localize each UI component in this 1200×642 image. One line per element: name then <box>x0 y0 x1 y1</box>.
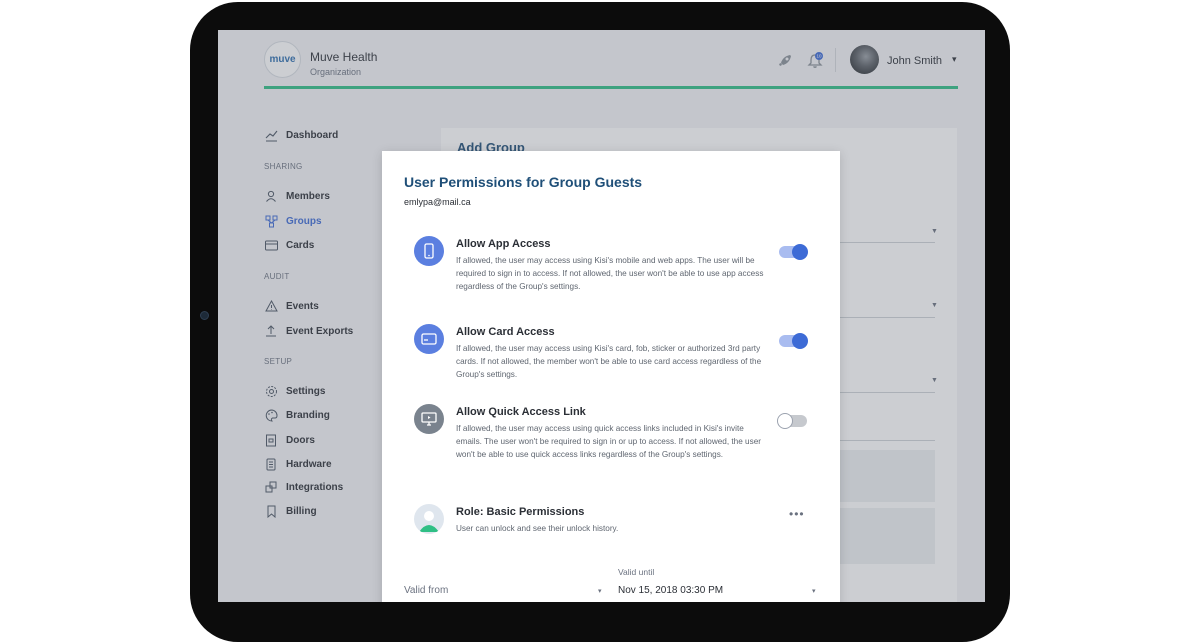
camera-dot <box>200 311 209 320</box>
card-icon <box>414 324 444 354</box>
monitor-icon <box>414 404 444 434</box>
permission-quick-access-link: Allow Quick Access Link If allowed, the … <box>414 404 814 484</box>
permission-description: If allowed, the user may access using Ki… <box>456 344 762 379</box>
valid-until-label: Valid until <box>618 567 655 577</box>
more-options-icon[interactable]: ••• <box>789 507 805 521</box>
permission-card-access: Allow Card Access If allowed, the user m… <box>414 324 814 394</box>
toggle-knob <box>792 244 808 260</box>
chevron-down-icon[interactable]: ▾ <box>812 587 816 595</box>
permission-title: Allow App Access <box>456 238 551 250</box>
toggle-knob <box>777 413 793 429</box>
quick-access-link-toggle[interactable] <box>777 413 807 429</box>
valid-until-field[interactable]: Nov 15, 2018 03:30 PM <box>618 585 723 596</box>
app-screen: muve Muve Health Organization 10 John Sm… <box>218 30 985 602</box>
tablet-frame: muve Muve Health Organization 10 John Sm… <box>190 2 1010 642</box>
valid-from-field[interactable]: Valid from <box>404 585 448 596</box>
role-basic-permissions: Role: Basic Permissions User can unlock … <box>414 504 814 544</box>
modal-title: User Permissions for Group Guests <box>404 174 643 190</box>
app-access-toggle[interactable] <box>779 244 808 260</box>
chevron-down-icon[interactable]: ▾ <box>598 587 602 595</box>
user-email: emlypa@mail.ca <box>404 197 471 207</box>
permission-title: Allow Quick Access Link <box>456 406 586 418</box>
phone-icon <box>414 236 444 266</box>
toggle-knob <box>792 333 808 349</box>
role-description: User can unlock and see their unlock his… <box>456 524 619 533</box>
card-access-toggle[interactable] <box>779 333 808 349</box>
permission-description: If allowed, the user may access using qu… <box>456 424 761 459</box>
permission-title: Allow Card Access <box>456 326 555 338</box>
permission-description: If allowed, the user may access using Ki… <box>456 256 764 291</box>
user-avatar-icon <box>414 504 444 534</box>
role-title: Role: Basic Permissions <box>456 506 585 518</box>
permission-app-access: Allow App Access If allowed, the user ma… <box>414 236 814 306</box>
permissions-modal: User Permissions for Group Guests emlypa… <box>382 151 840 602</box>
